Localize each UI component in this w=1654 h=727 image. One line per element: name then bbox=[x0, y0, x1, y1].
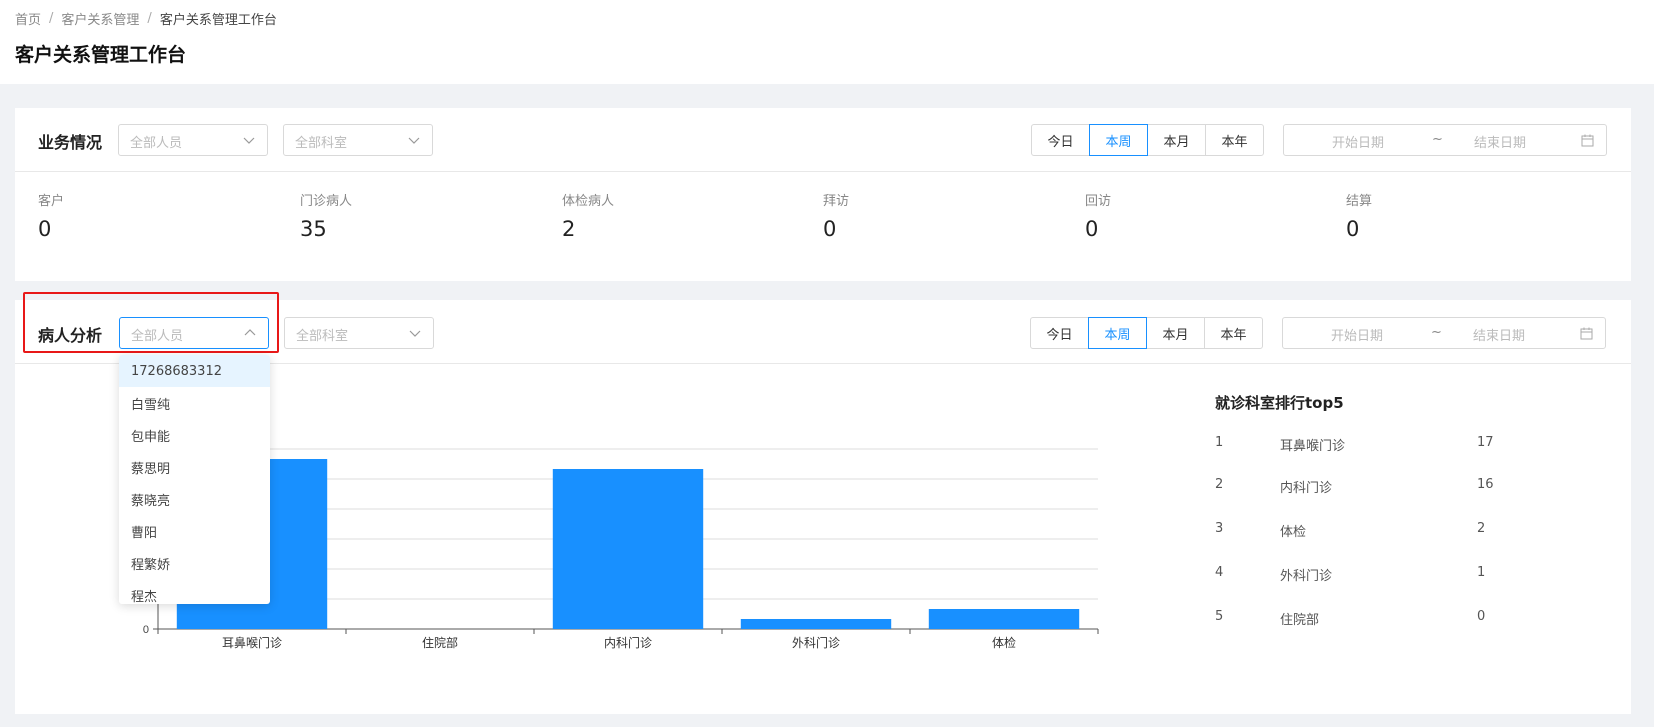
ranking-dept: 体检 bbox=[1280, 525, 1307, 540]
calendar-icon bbox=[1580, 327, 1593, 340]
select-placeholder: 全部人员 bbox=[130, 136, 183, 151]
breadcrumb-home[interactable]: 首页 bbox=[15, 9, 41, 28]
range-separator: ~ bbox=[1432, 132, 1443, 147]
stat-value: 35 bbox=[300, 217, 327, 241]
dropdown-option[interactable]: 蔡晓亮 bbox=[119, 483, 270, 515]
business-period-group: 今日 本周 本月 本年 bbox=[1031, 124, 1264, 156]
chart-bar bbox=[928, 609, 1080, 629]
chart-bar bbox=[740, 619, 892, 629]
department-ranking: 就诊科室排行top5 1 耳鼻喉门诊 17 2 内科门诊 16 3 体检 2 4… bbox=[1215, 392, 1595, 628]
ranking-number: 2 bbox=[1215, 477, 1224, 492]
dropdown-option[interactable]: 包申能 bbox=[119, 419, 270, 451]
ranking-count: 17 bbox=[1477, 435, 1494, 450]
dropdown-option[interactable]: 白雪纯 bbox=[119, 387, 270, 419]
stat-label: 体检病人 bbox=[562, 194, 615, 209]
page-title: 客户关系管理工作台 bbox=[15, 44, 187, 66]
range-separator: ~ bbox=[1431, 325, 1442, 340]
select-placeholder: 全部科室 bbox=[295, 136, 348, 151]
stat-customers: 客户 0 bbox=[38, 190, 64, 241]
period-year-button[interactable]: 本年 bbox=[1205, 124, 1264, 156]
business-dept-select[interactable]: 全部科室 bbox=[283, 124, 433, 156]
stat-value: 0 bbox=[38, 217, 52, 241]
select-placeholder: 全部科室 bbox=[296, 329, 349, 344]
chart-x-tick-label: 耳鼻喉门诊 bbox=[222, 635, 282, 650]
stat-label: 结算 bbox=[1346, 194, 1373, 209]
business-person-select[interactable]: 全部人员 bbox=[118, 124, 268, 156]
stat-value: 0 bbox=[1085, 217, 1099, 241]
stat-settlements: 结算 0 bbox=[1346, 190, 1372, 241]
period-today-button[interactable]: 今日 bbox=[1030, 317, 1089, 349]
ranking-number: 3 bbox=[1215, 521, 1224, 536]
stat-visits: 拜访 0 bbox=[823, 190, 849, 241]
chart-x-tick-label: 住院部 bbox=[422, 635, 458, 650]
period-month-button[interactable]: 本月 bbox=[1146, 317, 1205, 349]
ranking-count: 2 bbox=[1477, 521, 1486, 536]
business-title: 业务情况 bbox=[38, 133, 103, 152]
chevron-down-icon bbox=[243, 137, 255, 144]
breadcrumb-separator: / bbox=[49, 11, 54, 26]
breadcrumb: 首页 / 客户关系管理 / 客户关系管理工作台 bbox=[15, 9, 277, 28]
chart-y-tick-label: 0 bbox=[143, 624, 149, 636]
department-bar-chart: 0 耳鼻喉门诊 住院部 内科门诊 外科门诊 体检 bbox=[143, 439, 1099, 650]
end-date-placeholder: 结束日期 bbox=[1474, 136, 1527, 151]
dropdown-option[interactable]: 程杰 bbox=[119, 579, 270, 605]
period-year-button[interactable]: 本年 bbox=[1204, 317, 1263, 349]
ranking-number: 4 bbox=[1215, 565, 1224, 580]
stat-value: 0 bbox=[823, 217, 837, 241]
ranking-number: 1 bbox=[1215, 435, 1224, 450]
page-header: 首页 / 客户关系管理 / 客户关系管理工作台 客户关系管理工作台 bbox=[0, 0, 1654, 84]
business-date-range[interactable]: 开始日期 ~ 结束日期 bbox=[1283, 124, 1607, 156]
ranking-count: 0 bbox=[1477, 609, 1486, 624]
period-month-button[interactable]: 本月 bbox=[1147, 124, 1206, 156]
dropdown-option[interactable]: 曹阳 bbox=[119, 515, 270, 547]
chart-x-tick-label: 体检 bbox=[992, 635, 1016, 650]
business-card-header: 业务情况 全部人员 全部科室 今日 本周 本月 本年 开始日期 ~ 结束日期 bbox=[15, 108, 1631, 172]
breadcrumb-crm[interactable]: 客户关系管理 bbox=[61, 9, 139, 28]
ranking-count: 1 bbox=[1477, 565, 1486, 580]
chart-x-tick-label: 内科门诊 bbox=[604, 635, 652, 650]
period-week-button[interactable]: 本周 bbox=[1088, 317, 1147, 349]
stat-followups: 回访 0 bbox=[1085, 190, 1111, 241]
highlight-annotation-box bbox=[23, 292, 279, 353]
ranking-dept: 耳鼻喉门诊 bbox=[1280, 439, 1346, 454]
calendar-icon bbox=[1581, 134, 1594, 147]
stat-value: 2 bbox=[562, 217, 576, 241]
stat-label: 拜访 bbox=[823, 194, 850, 209]
ranking-dept: 外科门诊 bbox=[1280, 569, 1333, 584]
person-dropdown-menu: 17268683312 白雪纯 包申能 蔡思明 蔡晓亮 曹阳 程繁娇 程杰 bbox=[119, 355, 270, 604]
chart-bar bbox=[552, 469, 704, 629]
stat-label: 门诊病人 bbox=[300, 194, 353, 209]
dropdown-option[interactable]: 程繁娇 bbox=[119, 547, 270, 579]
period-today-button[interactable]: 今日 bbox=[1031, 124, 1090, 156]
start-date-placeholder: 开始日期 bbox=[1331, 329, 1384, 344]
breadcrumb-separator: / bbox=[147, 11, 152, 26]
stat-checkup-patients: 体检病人 2 bbox=[562, 190, 614, 241]
dropdown-option[interactable]: 17268683312 bbox=[119, 355, 270, 387]
chevron-down-icon bbox=[409, 330, 421, 337]
ranking-count: 16 bbox=[1477, 477, 1494, 492]
business-stats: 客户 0 门诊病人 35 体检病人 2 拜访 0 回访 0 结算 0 bbox=[15, 172, 1631, 281]
business-card: 业务情况 全部人员 全部科室 今日 本周 本月 本年 开始日期 ~ 结束日期 客… bbox=[15, 108, 1631, 281]
chevron-down-icon bbox=[408, 137, 420, 144]
analysis-date-range[interactable]: 开始日期 ~ 结束日期 bbox=[1282, 317, 1606, 349]
chart-x-tick-label: 外科门诊 bbox=[792, 635, 840, 650]
stat-label: 客户 bbox=[38, 194, 65, 209]
end-date-placeholder: 结束日期 bbox=[1473, 329, 1526, 344]
ranking-title: 就诊科室排行top5 bbox=[1215, 394, 1344, 412]
breadcrumb-current: 客户关系管理工作台 bbox=[159, 13, 277, 28]
ranking-dept: 内科门诊 bbox=[1280, 481, 1333, 496]
analysis-period-group: 今日 本周 本月 本年 bbox=[1030, 317, 1263, 349]
analysis-dept-select[interactable]: 全部科室 bbox=[284, 317, 434, 349]
stat-outpatients: 门诊病人 35 bbox=[300, 190, 352, 241]
period-week-button[interactable]: 本周 bbox=[1089, 124, 1148, 156]
ranking-number: 5 bbox=[1215, 609, 1224, 624]
stat-label: 回访 bbox=[1085, 194, 1112, 209]
ranking-dept: 住院部 bbox=[1280, 613, 1320, 628]
stat-value: 0 bbox=[1346, 217, 1360, 241]
dropdown-option[interactable]: 蔡思明 bbox=[119, 451, 270, 483]
start-date-placeholder: 开始日期 bbox=[1332, 136, 1385, 151]
